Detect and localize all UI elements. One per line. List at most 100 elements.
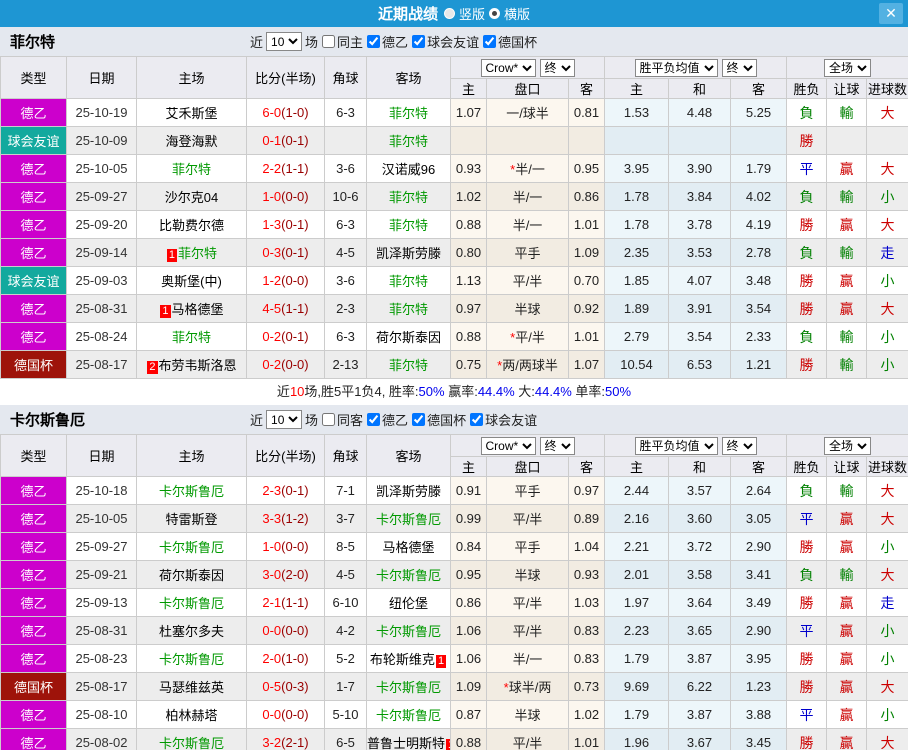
close-icon[interactable]: ✕ — [879, 3, 903, 24]
goals-result-cell: 大 — [866, 154, 908, 183]
euro-away-odds-cell: 2.33 — [729, 322, 788, 351]
match-row: 德乙 25-09-27 沙尔克04 1-0(0-0) 10-6 菲尔特 1.02 半/一 0.8… — [0, 182, 908, 211]
summary-segment: 50% — [605, 384, 632, 399]
final-odds-select[interactable]: 终 — [539, 436, 575, 455]
league-checkbox[interactable] — [412, 35, 426, 48]
final-odds-select-2[interactable]: 终 — [721, 436, 757, 455]
scope-select[interactable]: 全场 — [824, 58, 872, 77]
halftime-score: (1-0) — [281, 105, 309, 120]
final-odds-select[interactable]: 终 — [539, 58, 575, 77]
fulltime-score: 2-3 — [262, 483, 282, 498]
score-cell: 1-0(0-0) — [246, 532, 325, 561]
match-count-select[interactable]: 10 — [266, 410, 303, 429]
vertical-version-radio[interactable] — [443, 8, 455, 19]
match-count-select[interactable]: 10 — [266, 32, 303, 51]
near-label: 近 — [250, 35, 264, 50]
score-cell: 2-0(1-0) — [246, 644, 325, 673]
letball-result-cell: 贏 — [826, 532, 868, 561]
league-checkbox[interactable] — [470, 413, 484, 426]
asian-away-odds-cell: 0.89 — [568, 504, 605, 533]
asian-home-odds-cell: 0.88 — [450, 322, 487, 351]
home-team-cell: 2 布劳韦斯洛恩 — [136, 350, 247, 379]
euro-away-odds-cell: 1.79 — [729, 154, 788, 183]
wdl-result-cell: 勝 — [786, 588, 828, 617]
away-team-cell: 普鲁士明斯特1 — [366, 728, 451, 750]
summary-segment: 44.4% — [477, 384, 515, 399]
horizontal-version-radio[interactable] — [489, 8, 500, 19]
home-team-name: 卡尔斯鲁厄 — [158, 736, 224, 750]
letball-result-cell: 贏 — [826, 616, 868, 645]
league-checkbox[interactable] — [412, 413, 426, 426]
euro-away-header: 客 — [729, 456, 788, 477]
asian-home-odds-cell: 1.13 — [450, 266, 487, 295]
asian-away-odds-cell: 0.70 — [568, 266, 605, 295]
avg-odds-select[interactable]: 胜平负均值 — [634, 58, 718, 77]
asian-away-odds-cell: 1.03 — [568, 588, 605, 617]
home-team-name: 艾禾斯堡 — [165, 106, 218, 121]
letball-result-cell: 贏 — [826, 210, 868, 239]
date-cell: 25-08-10 — [66, 700, 137, 729]
handicap-cell: 平手 — [486, 238, 569, 267]
date-cell: 25-10-09 — [66, 126, 137, 155]
letball-header: 让球 — [826, 456, 868, 477]
home-team-name: 马瑟维兹英 — [158, 680, 224, 695]
fulltime-score: 2-1 — [262, 595, 282, 610]
home-team-cell: 菲尔特 — [136, 322, 247, 351]
wdl-result-cell: 勝 — [786, 266, 828, 295]
league-checkbox[interactable] — [483, 35, 497, 48]
handicap-cell: 平/半 — [486, 588, 569, 617]
date-cell: 25-10-18 — [66, 476, 137, 505]
asian-home-header: 主 — [450, 78, 487, 99]
avg-odds-select[interactable]: 胜平负均值 — [634, 436, 718, 455]
final-odds-select-2[interactable]: 终 — [721, 58, 757, 77]
bookmaker-select[interactable]: Crow* — [480, 436, 536, 455]
same-venue-label: 同客 — [337, 413, 364, 428]
away-team-name: 凯泽斯劳滕 — [375, 484, 441, 499]
date-cell: 25-09-21 — [66, 560, 137, 589]
letball-result-cell: 贏 — [826, 294, 868, 323]
halftime-score: (0-1) — [281, 329, 309, 344]
asian-away-odds-cell: 0.83 — [568, 616, 605, 645]
score-cell: 0-0(0-0) — [246, 616, 325, 645]
score-cell: 1-3(0-1) — [246, 210, 325, 239]
euro-away-odds-cell: 1.23 — [729, 672, 788, 701]
goals-result-cell: 小 — [866, 644, 908, 673]
handicap-cell: 平/半 — [486, 728, 569, 750]
wdl-result-cell: 勝 — [786, 728, 828, 750]
date-cell: 25-08-31 — [66, 616, 137, 645]
corner-cell: 6-3 — [324, 322, 367, 351]
letball-result-cell: 輸 — [826, 476, 868, 505]
scope-select[interactable]: 全场 — [824, 436, 872, 455]
same-venue-checkbox[interactable] — [322, 413, 336, 426]
score-cell: 0-2(0-0) — [246, 350, 325, 379]
league-checkbox[interactable] — [367, 413, 381, 426]
handicap-text: 平/半 — [512, 624, 543, 639]
score-cell: 2-3(0-1) — [246, 476, 325, 505]
handicap-cell: 平/半 — [486, 504, 569, 533]
match-row: 德乙 25-09-27 卡尔斯鲁厄 1-0(0-0) 8-5 马格德堡 0.84 平手 1.04… — [0, 532, 908, 561]
away-team-name: 汉诺威96 — [381, 162, 436, 177]
rank-badge: 1 — [435, 655, 447, 668]
league-label: 德乙 — [382, 35, 409, 50]
away-team-name: 纽伦堡 — [388, 596, 428, 611]
euro-home-odds-cell: 2.16 — [604, 504, 669, 533]
bookmaker-select[interactable]: Crow* — [480, 58, 536, 77]
wdl-result-cell: 勝 — [786, 350, 828, 379]
home-team-name: 奥斯堡(中) — [161, 274, 222, 289]
asian-home-odds-cell: 0.97 — [450, 294, 487, 323]
fulltime-score: 1-3 — [262, 217, 282, 232]
same-venue-checkbox[interactable] — [322, 35, 336, 48]
handicap-text: 半球 — [514, 568, 541, 583]
score-header: 比分(半场) — [246, 434, 325, 477]
home-team-name: 杜塞尔多夫 — [158, 624, 224, 639]
handicap-cell: *两/两球半 — [486, 350, 569, 379]
euro-home-odds-cell: 2.79 — [604, 322, 669, 351]
filter-controls: 近 10 场 同主 德乙 球会友谊 德国杯 — [250, 32, 537, 51]
letball-result-cell — [826, 126, 868, 155]
league-checkbox[interactable] — [367, 35, 381, 48]
away-team-cell: 汉诺威96 — [366, 154, 451, 183]
handicap-header: 盘口 — [486, 78, 569, 99]
wdl-result-cell: 負 — [786, 182, 828, 211]
goals-result-cell: 小 — [866, 532, 908, 561]
euro-away-odds-cell: 3.95 — [729, 644, 788, 673]
